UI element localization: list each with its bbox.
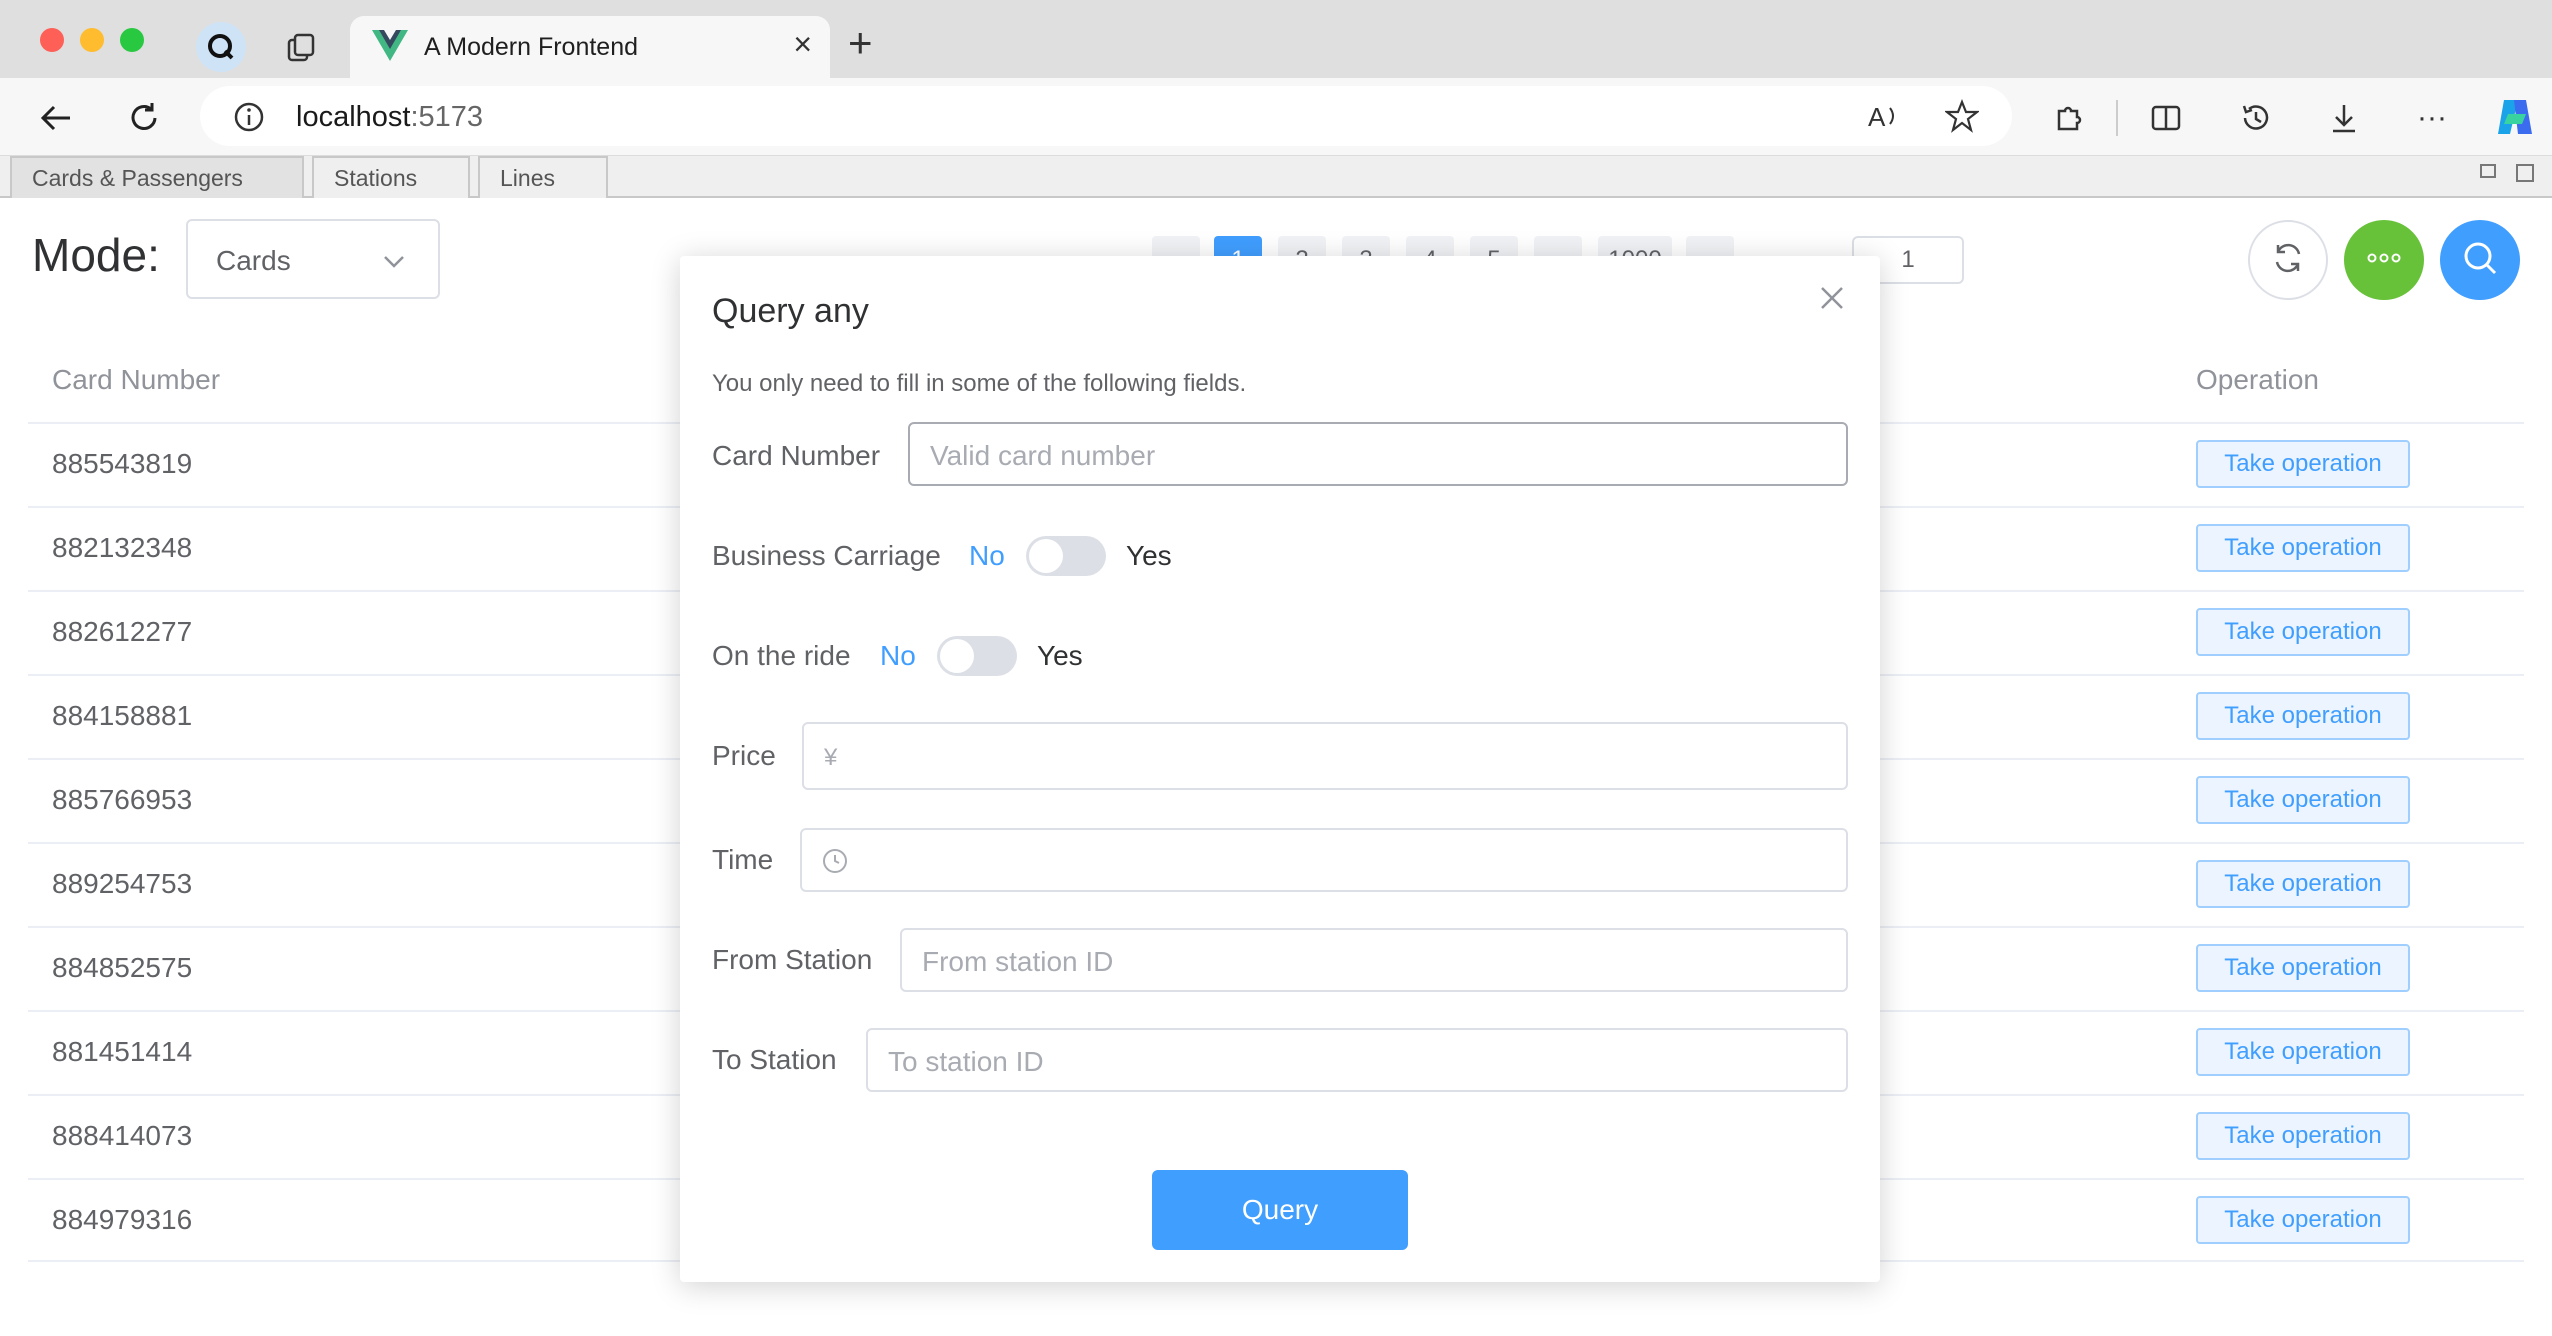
split-screen-icon[interactable] (2146, 98, 2186, 138)
read-aloud-icon[interactable]: A (1864, 98, 1904, 134)
back-arrow-icon[interactable] (34, 96, 78, 140)
business-yes-label[interactable]: Yes (1126, 540, 1172, 572)
more-menu-icon[interactable]: ··· (2412, 98, 2452, 138)
from-station-input[interactable]: From station ID (900, 928, 1848, 992)
tab-label: Stations (334, 165, 418, 191)
restore-icon[interactable] (2480, 164, 2496, 178)
profile-icon[interactable] (196, 22, 246, 72)
tab-stations[interactable]: Stations (312, 156, 470, 198)
favorite-star-icon[interactable] (1942, 98, 1982, 134)
history-icon[interactable] (2236, 98, 2276, 138)
maximize-icon[interactable] (2516, 164, 2534, 182)
tab-lines[interactable]: Lines (478, 156, 608, 198)
close-window-button[interactable] (40, 28, 64, 52)
tab-label: Cards & Passengers (32, 165, 243, 191)
to-station-label: To Station (712, 1044, 837, 1075)
business-carriage-label: Business Carriage (712, 540, 941, 571)
close-icon[interactable] (1820, 286, 1844, 315)
time-picker[interactable] (800, 828, 1848, 892)
tab-close-icon[interactable]: × (793, 28, 812, 60)
time-label: Time (712, 844, 774, 875)
business-no-label[interactable]: No (969, 540, 1005, 572)
price-label: Price (712, 740, 776, 771)
ride-no-label[interactable]: No (880, 640, 916, 672)
price-input[interactable]: ¥ (802, 722, 1848, 790)
clock-icon (822, 848, 848, 879)
tab-cards-passengers[interactable]: Cards & Passengers (10, 156, 304, 198)
tab-title: A Modern Frontend (424, 33, 639, 61)
browser-toolbar: localhost:5173 A ··· (0, 78, 2552, 156)
address-bar[interactable]: localhost:5173 A (200, 86, 2012, 146)
card-number-placeholder: Valid card number (930, 440, 1156, 471)
on-the-ride-label: On the ride (712, 640, 851, 671)
tab-label: Lines (500, 165, 555, 191)
business-carriage-switch[interactable] (1026, 536, 1106, 576)
maximize-window-button[interactable] (120, 28, 144, 52)
download-icon[interactable] (2324, 98, 2364, 138)
url-text: localhost:5173 (296, 101, 484, 133)
toolbar-divider (2116, 100, 2118, 136)
ride-yes-label[interactable]: Yes (1037, 640, 1083, 672)
query-dialog: Query any You only need to fill in some … (680, 256, 1880, 1282)
site-info-icon[interactable] (232, 100, 266, 134)
minimize-window-button[interactable] (80, 28, 104, 52)
copilot-icon[interactable] (2490, 92, 2540, 142)
switch-knob (1029, 539, 1063, 573)
tab-actions-icon[interactable] (282, 28, 322, 68)
to-station-input[interactable]: To station ID (866, 1028, 1848, 1092)
yen-prefix: ¥ (824, 744, 838, 771)
vue-logo-icon (370, 28, 410, 64)
to-station-placeholder: To station ID (888, 1046, 1044, 1077)
reload-icon[interactable] (122, 96, 166, 140)
new-tab-button[interactable]: + (848, 22, 873, 64)
from-station-placeholder: From station ID (922, 946, 1114, 977)
svg-text:A: A (1868, 102, 1886, 132)
card-number-label: Card Number (712, 440, 881, 471)
from-station-label: From Station (712, 944, 873, 975)
extensions-icon[interactable] (2048, 98, 2088, 138)
browser-titlebar: A Modern Frontend × + (0, 0, 2552, 78)
on-the-ride-switch[interactable] (937, 636, 1017, 676)
query-button[interactable]: Query (1152, 1170, 1408, 1250)
switch-knob (940, 639, 974, 673)
dialog-description: You only need to fill in some of the fol… (712, 370, 1247, 397)
app-tab-bar: Cards & Passengers Stations Lines (0, 156, 2552, 198)
browser-tab-active[interactable]: A Modern Frontend × (350, 16, 830, 78)
dialog-title: Query any (712, 292, 869, 330)
card-number-input[interactable]: Valid card number (908, 422, 1848, 486)
